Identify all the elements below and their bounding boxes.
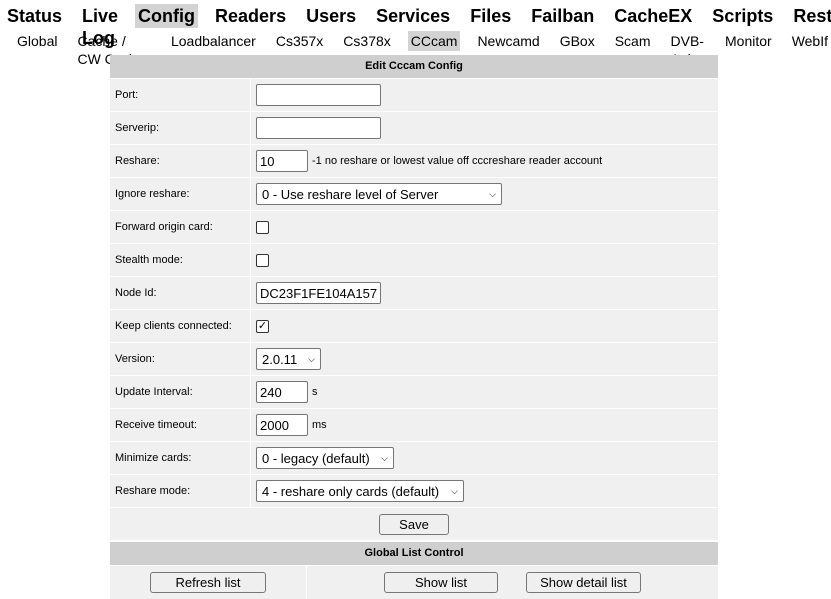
row-minimize-cards: Minimize cards: 0 - legacy (default) ⌵ [110,442,718,474]
list-control-buttons: Refresh list Show list Show detail list [110,566,718,599]
node-id-input[interactable] [256,282,381,304]
receive-timeout-label: Receive timeout: [110,409,250,441]
keep-clients-connected-checkbox[interactable]: ✓ [256,319,269,333]
row-update-interval: Update Interval: s [110,376,718,408]
minimize-cards-label: Minimize cards: [110,442,250,474]
version-select[interactable]: 2.0.11 ⌵ [256,348,321,370]
receive-timeout-input[interactable] [256,414,308,436]
serverip-label: Serverip: [110,112,250,144]
submenu-scam[interactable]: Scam [612,31,654,51]
submenu-global[interactable]: Global [14,31,60,51]
reshare-mode-select[interactable]: 4 - reshare only cards (default) ⌵ [256,480,464,502]
menu-services[interactable]: Services [373,4,453,28]
row-version: Version: 2.0.11 ⌵ [110,343,718,375]
row-keep-clients-connected: Keep clients connected: ✓ [110,310,718,342]
chevron-down-icon: ⌵ [308,353,315,364]
reshare-input[interactable] [256,150,308,172]
row-reshare: Reshare: -1 no reshare or lowest value o… [110,145,718,177]
menu-files[interactable]: Files [467,4,514,28]
minimize-cards-value: 0 - legacy (default) [262,450,370,466]
cccam-config-form: Edit Cccam Config Port: Serverip: Reshar… [110,55,718,540]
stealth-mode-label: Stealth mode: [110,244,250,276]
menu-failban[interactable]: Failban [528,4,597,28]
list-control-title: Global List Control [110,542,718,565]
submenu-dvb-api[interactable]: DVB-Api [668,31,709,67]
stealth-mode-checkbox[interactable] [256,253,269,267]
row-node-id: Node Id: [110,277,718,309]
chevron-down-icon: ⌵ [489,188,496,199]
row-reshare-mode: Reshare mode: 4 - reshare only cards (de… [110,475,718,507]
submenu-cs378x[interactable]: Cs378x [340,31,393,51]
submenu-loadbalancer[interactable]: Loadbalancer [168,31,259,51]
port-label: Port: [110,79,250,111]
forward-origin-card-checkbox[interactable] [256,220,269,234]
menu-config[interactable]: Config [135,4,199,28]
chevron-down-icon: ⌵ [381,452,388,463]
chevron-down-icon: ⌵ [451,485,458,496]
serverip-input[interactable] [256,117,381,139]
row-port: Port: [110,79,718,111]
menu-users[interactable]: Users [303,4,359,28]
menu-scripts[interactable]: Scripts [709,4,776,28]
refresh-list-button[interactable]: Refresh list [150,572,266,593]
menu-live-log[interactable]: Live Log [79,4,121,48]
version-label: Version: [110,343,250,375]
submenu-cs357x[interactable]: Cs357x [273,31,326,51]
row-forward-origin-card: Forward origin card: [110,211,718,243]
keep-clients-connected-label: Keep clients connected: [110,310,250,342]
submenu-webif[interactable]: WebIf [789,31,831,51]
config-title: Edit Cccam Config [110,55,718,78]
save-row: Save [110,508,718,540]
menu-status[interactable]: Status [4,4,65,28]
update-interval-input[interactable] [256,381,308,403]
port-input[interactable] [256,84,381,106]
global-list-control: Global List Control Refresh list Show li… [110,542,718,599]
receive-timeout-unit: ms [312,419,327,431]
reshare-label: Reshare: [110,145,250,177]
update-interval-label: Update Interval: [110,376,250,408]
reshare-mode-value: 4 - reshare only cards (default) [262,483,440,499]
row-receive-timeout: Receive timeout: ms [110,409,718,441]
row-stealth-mode: Stealth mode: [110,244,718,276]
version-value: 2.0.11 [262,351,298,367]
ignore-reshare-value: 0 - Use reshare level of Server [262,186,439,202]
row-ignore-reshare: Ignore reshare: 0 - Use reshare level of… [110,178,718,210]
show-detail-list-button[interactable]: Show detail list [526,572,641,593]
submenu-gbox[interactable]: GBox [557,31,598,51]
menu-cacheex[interactable]: CacheEX [611,4,695,28]
show-list-button[interactable]: Show list [384,572,498,593]
node-id-label: Node Id: [110,277,250,309]
menu-readers[interactable]: Readers [212,4,289,28]
forward-origin-card-label: Forward origin card: [110,211,250,243]
main-menu: Status Live Log Config Readers Users Ser… [4,4,831,48]
ignore-reshare-label: Ignore reshare: [110,178,250,210]
reshare-hint: -1 no reshare or lowest value off cccres… [312,155,603,167]
minimize-cards-select[interactable]: 0 - legacy (default) ⌵ [256,447,394,469]
submenu-cccam[interactable]: CCcam [407,31,461,51]
ignore-reshare-select[interactable]: 0 - Use reshare level of Server ⌵ [256,183,502,205]
submenu-cache-cw-cycle[interactable]: Cache / CW Cycle [74,31,154,67]
submenu-newcamd[interactable]: Newcamd [474,31,542,51]
reshare-mode-label: Reshare mode: [110,475,250,507]
save-button[interactable]: Save [379,513,449,535]
update-interval-unit: s [312,386,318,398]
config-submenu: Global Cache / CW Cycle Loadbalancer Cs3… [14,31,831,67]
row-serverip: Serverip: [110,112,718,144]
submenu-monitor[interactable]: Monitor [722,31,775,51]
checkmark-icon: ✓ [257,319,268,332]
menu-restart[interactable]: Restart [790,4,831,28]
